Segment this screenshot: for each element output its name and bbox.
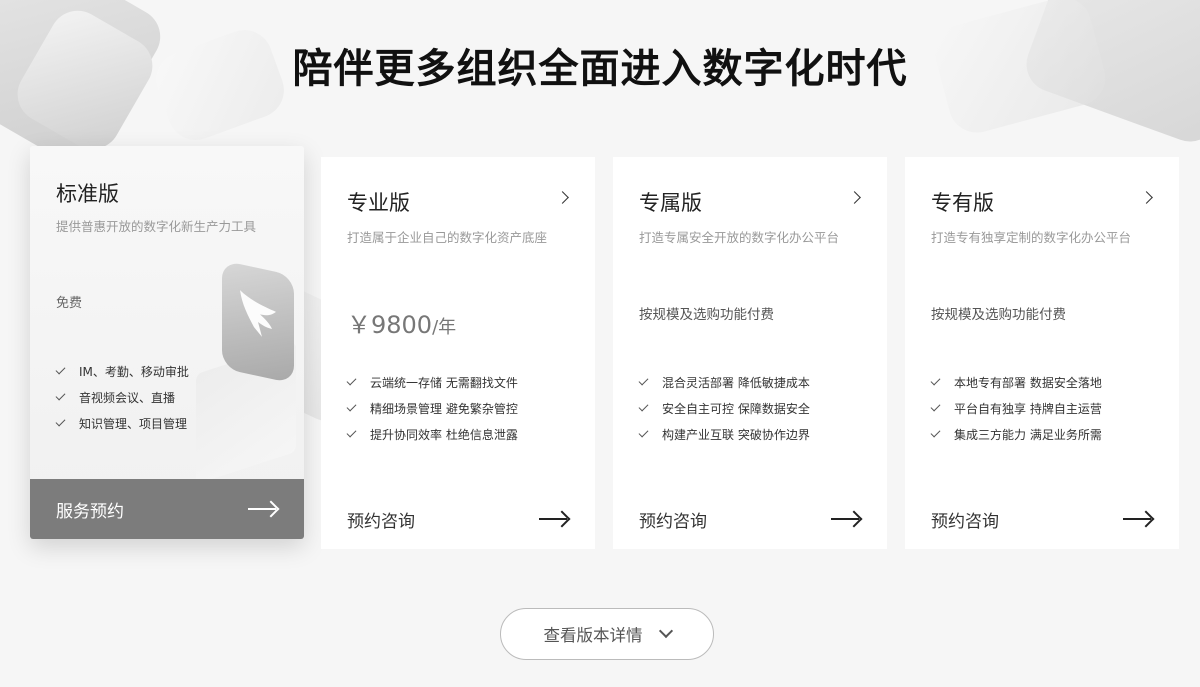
view-version-details-button[interactable]: 查看版本详情 <box>500 608 714 660</box>
feature-item: IM、考勤、移动审批 <box>55 364 189 390</box>
plan-name: 专属版 <box>639 191 702 215</box>
feature-list: 混合灵活部署 降低敏捷成本 安全自主可控 保障数据安全 构建产业互联 突破协作边… <box>638 375 810 453</box>
cta-label: 预约咨询 <box>347 511 415 532</box>
plan-price: ￥9800/年 <box>347 311 457 339</box>
plan-name: 专有版 <box>931 191 994 215</box>
service-booking-button[interactable]: 服务预约 <box>30 479 304 539</box>
plan-price: 免费 <box>56 296 83 311</box>
cta-label: 服务预约 <box>56 501 124 522</box>
arrow-right-icon <box>831 512 861 526</box>
check-icon <box>346 427 357 438</box>
check-icon <box>930 375 941 386</box>
feature-item: 混合灵活部署 降低敏捷成本 <box>638 375 810 401</box>
page-title: 陪伴更多组织全面进入数字化时代 <box>292 46 908 92</box>
feature-item: 音视频会议、直播 <box>55 390 189 416</box>
feature-item: 云端统一存储 无需翻找文件 <box>346 375 518 401</box>
chevron-right-icon[interactable] <box>556 191 569 204</box>
check-icon <box>346 375 357 386</box>
feature-list: IM、考勤、移动审批 音视频会议、直播 知识管理、项目管理 <box>55 364 189 442</box>
check-icon <box>638 375 649 386</box>
plan-price: 按规模及选购功能付费 <box>931 307 1066 323</box>
plan-card-exclusive[interactable]: 专属版 打造专属安全开放的数字化办公平台 按规模及选购功能付费 混合灵活部署 降… <box>613 157 887 549</box>
chevron-down-icon <box>658 623 673 639</box>
arrow-right-icon <box>539 512 569 526</box>
chevron-right-icon[interactable] <box>848 191 861 204</box>
plan-name: 专业版 <box>347 191 410 215</box>
plan-price: 按规模及选购功能付费 <box>639 307 774 323</box>
check-icon <box>55 416 66 427</box>
check-icon <box>930 427 941 438</box>
feature-item: 精细场景管理 避免繁杂管控 <box>346 401 518 427</box>
plan-name: 标准版 <box>56 182 119 206</box>
consult-button[interactable]: 预约咨询 <box>905 489 1179 549</box>
plan-card-standard[interactable]: 标准版 提供普惠开放的数字化新生产力工具 免费 IM、考勤、移动审批 音视频会议… <box>30 146 304 539</box>
feature-item: 提升协同效率 杜绝信息泄露 <box>346 427 518 453</box>
cta-label: 预约咨询 <box>931 511 999 532</box>
check-icon <box>930 401 941 412</box>
feature-item: 安全自主可控 保障数据安全 <box>638 401 810 427</box>
plan-description: 打造专有独享定制的数字化办公平台 <box>931 230 1132 245</box>
check-icon <box>638 427 649 438</box>
plan-description: 打造属于企业自己的数字化资产底座 <box>347 230 548 245</box>
check-icon <box>55 364 66 375</box>
feature-list: 本地专有部署 数据安全落地 平台自有独享 持牌自主运营 集成三方能力 满足业务所… <box>930 375 1102 453</box>
plan-card-dedicated[interactable]: 专有版 打造专有独享定制的数字化办公平台 按规模及选购功能付费 本地专有部署 数… <box>905 157 1179 549</box>
feature-list: 云端统一存储 无需翻找文件 精细场景管理 避免繁杂管控 提升协同效率 杜绝信息泄… <box>346 375 518 453</box>
feature-item: 知识管理、项目管理 <box>55 416 189 442</box>
check-icon <box>55 390 66 401</box>
consult-button[interactable]: 预约咨询 <box>613 489 887 549</box>
arrow-right-icon <box>248 502 278 516</box>
feature-item: 平台自有独享 持牌自主运营 <box>930 401 1102 427</box>
feature-item: 构建产业互联 突破协作边界 <box>638 427 810 453</box>
feature-item: 集成三方能力 满足业务所需 <box>930 427 1102 453</box>
chevron-right-icon[interactable] <box>1140 191 1153 204</box>
plan-description: 提供普惠开放的数字化新生产力工具 <box>56 219 257 234</box>
dingtalk-logo-icon <box>222 260 294 384</box>
check-icon <box>638 401 649 412</box>
more-button-label: 查看版本详情 <box>543 626 643 645</box>
plan-card-professional[interactable]: 专业版 打造属于企业自己的数字化资产底座 ￥9800/年 云端统一存储 无需翻找… <box>321 157 595 549</box>
check-icon <box>346 401 357 412</box>
plan-description: 打造专属安全开放的数字化办公平台 <box>639 230 840 245</box>
consult-button[interactable]: 预约咨询 <box>321 489 595 549</box>
arrow-right-icon <box>1123 512 1153 526</box>
feature-item: 本地专有部署 数据安全落地 <box>930 375 1102 401</box>
cta-label: 预约咨询 <box>639 511 707 532</box>
